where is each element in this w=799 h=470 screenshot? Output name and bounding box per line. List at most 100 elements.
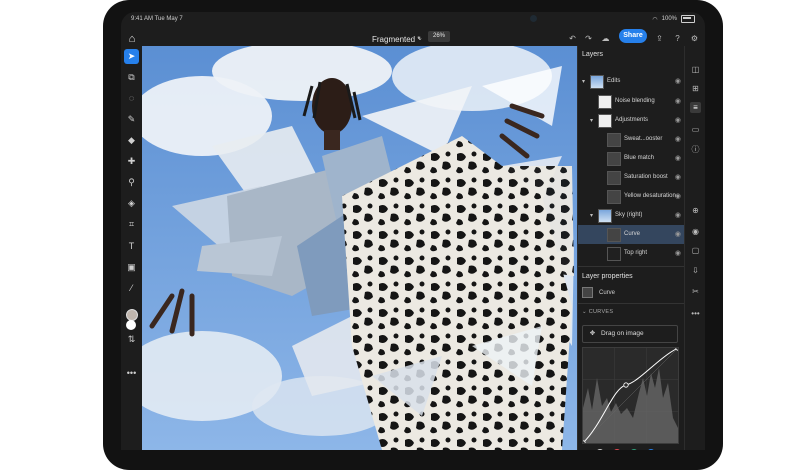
lasso-tool-icon[interactable]: ◌ <box>124 91 139 106</box>
drag-on-image-label: Drag on image <box>601 330 644 337</box>
tool-bar: ➤ ⧉ ◌ ✎ ◆ ✚ ⚲ ◈ ⌗ T ▣ ⁄ ⇅ ••• <box>121 46 142 450</box>
battery-percent: 100% <box>661 16 677 22</box>
layer-name: Adjustments <box>615 117 649 123</box>
place-image-tool-icon[interactable]: ▣ <box>124 260 139 275</box>
brush-tool-icon[interactable]: ✎ <box>124 112 139 127</box>
curves-section-header[interactable]: ⌄ CURVES <box>582 309 613 315</box>
layers-icon[interactable]: ◫ <box>690 64 701 75</box>
more-icon[interactable]: ••• <box>690 308 701 319</box>
visibility-icon[interactable]: ◉ <box>675 154 681 162</box>
layer-properties-row[interactable]: Curve <box>582 287 615 298</box>
layer-name: Blue match <box>624 155 655 161</box>
redo-icon[interactable]: ↷ <box>583 33 594 44</box>
layer-name: Edits <box>607 78 621 84</box>
layer-thumbnail <box>590 75 604 89</box>
comments-icon[interactable]: ▭ <box>690 124 701 135</box>
healing-tool-icon[interactable]: ✚ <box>124 154 139 169</box>
layer-thumbnail <box>607 247 621 261</box>
chevron-down-icon[interactable]: ▾ <box>582 78 585 85</box>
layer-row[interactable]: Sweat...ooster ◉ <box>578 130 684 149</box>
info-icon[interactable]: ⓘ <box>690 144 701 155</box>
layer-name: Saturation boost <box>624 174 668 180</box>
document-canvas[interactable] <box>142 46 577 450</box>
layer-row[interactable]: ▾ Edits ◉ <box>578 72 684 91</box>
layer-thumbnail <box>598 95 612 109</box>
move-tool-icon[interactable]: ➤ <box>124 49 139 64</box>
right-rail: ◫ ⊞ ≡ ▭ ⓘ ⊕ ◉ ▢ ⇩ ✂ ••• <box>684 46 705 450</box>
background-color-swatch[interactable] <box>126 320 136 330</box>
layer-name: Sky (right) <box>615 212 643 218</box>
chevron-down-icon[interactable]: ⌄ <box>417 34 423 42</box>
layer-row[interactable]: Noise blending ◉ <box>578 92 684 111</box>
visibility-icon[interactable]: ◉ <box>675 173 681 181</box>
layer-thumbnail <box>598 114 612 128</box>
status-time: 9:41 AM Tue May 7 <box>131 16 183 22</box>
layer-row[interactable]: Blue match ◉ <box>578 149 684 168</box>
wifi-icon: ◠ <box>652 16 658 23</box>
app-screen: 9:41 AM Tue May 7 ◠ 100% ⌂ Fragmented * … <box>121 12 705 450</box>
undo-icon[interactable]: ↶ <box>567 33 578 44</box>
layer-name: Top right <box>624 250 648 256</box>
layer-row[interactable]: Curve ◉ <box>578 225 684 244</box>
curves-graph-svg <box>580 345 681 446</box>
add-icon[interactable]: ⊕ <box>690 205 701 216</box>
chevron-down-icon[interactable]: ▾ <box>590 212 593 219</box>
more-tools-icon[interactable]: ••• <box>124 366 139 381</box>
layer-name: Curve <box>624 231 641 237</box>
document-title[interactable]: Fragmented * <box>372 35 420 44</box>
layer-thumbnail <box>607 133 621 147</box>
layer-row[interactable]: Saturation boost ◉ <box>578 168 684 187</box>
clone-tool-icon[interactable]: ⚲ <box>124 175 139 190</box>
zoom-level[interactable]: 26% <box>428 31 450 42</box>
layer-row[interactable]: ▾ Sky (right) ◉ <box>578 206 684 225</box>
layer-row[interactable]: Yellow desaturation ◉ <box>578 187 684 206</box>
visibility-icon[interactable]: ◉ <box>675 249 681 257</box>
layer-row[interactable]: ▾ Adjustments ◉ <box>578 111 684 130</box>
chevron-down-icon[interactable]: ▾ <box>590 117 593 124</box>
visibility-icon[interactable]: ◉ <box>675 211 681 219</box>
visibility-icon[interactable]: ◉ <box>675 192 681 200</box>
share-button[interactable]: Share <box>619 29 647 43</box>
type-tool-icon[interactable]: T <box>124 239 139 254</box>
layer-thumbnail <box>607 190 621 204</box>
swap-colors-icon[interactable]: ⇅ <box>124 332 139 347</box>
layer-row[interactable]: Top right ◉ <box>578 244 684 263</box>
panel-divider <box>578 266 684 267</box>
gear-icon[interactable]: ⚙ <box>689 33 700 44</box>
add-layer-icon[interactable]: ⊞ <box>690 83 701 94</box>
cloud-icon[interactable]: ☁ <box>600 33 611 44</box>
adjustments-icon[interactable]: ≡ <box>690 102 701 113</box>
download-icon[interactable]: ⇩ <box>690 265 701 276</box>
curves-graph[interactable] <box>580 345 681 446</box>
layer-properties-name: Curve <box>599 290 616 297</box>
visibility-icon[interactable]: ◉ <box>675 116 681 124</box>
visibility-icon[interactable]: ◉ <box>675 135 681 143</box>
crop-tool-icon[interactable]: ⌗ <box>124 217 139 232</box>
transform-tool-icon[interactable]: ⧉ <box>124 70 139 85</box>
layer-thumbnail <box>598 209 612 223</box>
visibility-icon[interactable]: ◉ <box>675 230 681 238</box>
eraser-tool-icon[interactable]: ◆ <box>124 133 139 148</box>
status-bar: 9:41 AM Tue May 7 ◠ 100% <box>121 12 705 26</box>
battery-icon <box>681 15 695 23</box>
visibility-icon[interactable]: ◉ <box>675 77 681 85</box>
canvas-artwork <box>142 46 577 450</box>
layer-thumbnail <box>607 171 621 185</box>
delete-icon[interactable]: ✂ <box>690 286 701 297</box>
layer-thumbnail <box>607 152 621 166</box>
fill-tool-icon[interactable]: ◈ <box>124 196 139 211</box>
home-icon[interactable]: ⌂ <box>125 32 139 46</box>
eyedropper-tool-icon[interactable]: ⁄ <box>124 281 139 296</box>
mask-icon[interactable]: ▢ <box>690 245 701 256</box>
help-icon[interactable]: ? <box>672 33 683 44</box>
curves-section-label: CURVES <box>588 309 614 315</box>
layer-name: Sweat...ooster <box>624 136 663 142</box>
export-icon[interactable]: ⇪ <box>654 33 665 44</box>
visibility-icon[interactable]: ◉ <box>690 226 701 237</box>
layer-thumbnail <box>607 228 621 242</box>
layers-panel-title: Layers <box>582 51 604 58</box>
curves-adjustment-icon <box>582 287 593 298</box>
chevron-down-icon: ⌄ <box>582 309 587 315</box>
visibility-icon[interactable]: ◉ <box>675 97 681 105</box>
drag-on-image-button[interactable]: ✥ Drag on image <box>582 325 678 343</box>
